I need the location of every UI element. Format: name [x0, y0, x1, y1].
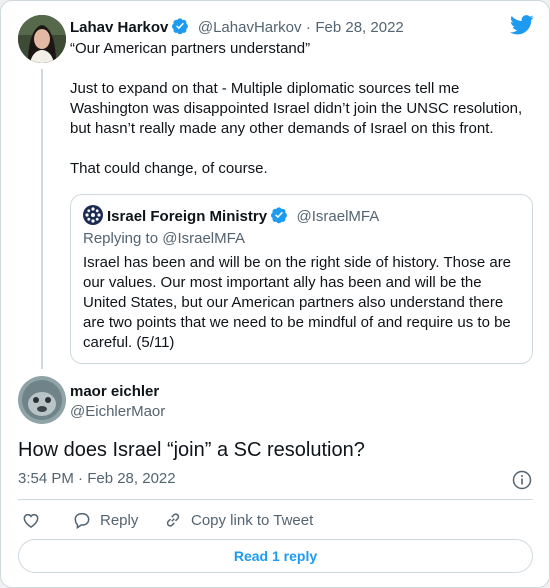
parent-tweet-text: “Our American partners understand” Just … [70, 40, 523, 177]
israel-mfa-avatar-icon [83, 205, 103, 231]
reply-label: Reply [100, 511, 139, 529]
heart-icon [23, 513, 39, 528]
author-name[interactable]: Lahav Harkov [70, 19, 168, 36]
tweet-timestamp[interactable]: 3:54 PM · Feb 28, 2022 [18, 469, 176, 489]
quoted-author-name: Israel Foreign Ministry [107, 208, 268, 225]
like-button[interactable] [21, 510, 49, 530]
reply-icon [74, 513, 90, 530]
copy-link-label: Copy link to Tweet [191, 511, 314, 529]
tweet-date[interactable]: Feb 28, 2022 [315, 19, 403, 36]
quoted-author-handle: @IsraelMFA [296, 208, 380, 225]
tweet-embed-card: Lahav Harkov @LahavHarkov · Feb 28, 2022… [0, 0, 550, 588]
author-name[interactable]: maor eichler [70, 382, 159, 402]
replying-to: Replying to @IsraelMFA [83, 230, 245, 247]
avatar-photo [18, 376, 66, 424]
verified-badge-icon [171, 17, 189, 41]
avatar[interactable] [18, 15, 66, 63]
quoted-tweet-text: Israel has been and will be on the right… [83, 254, 512, 351]
separator: · [305, 19, 311, 36]
read-replies-button[interactable]: Read 1 reply [18, 539, 533, 573]
reply-button[interactable]: Reply [72, 510, 138, 530]
verified-badge-icon [270, 206, 288, 230]
copy-link-button[interactable]: Copy link to Tweet [163, 510, 313, 530]
quoted-tweet[interactable]: Israel Foreign Ministry @IsraelMFA Reply… [70, 194, 533, 364]
main-tweet-text: How does Israel “join” a SC resolution? [18, 439, 365, 461]
thread-line [41, 69, 43, 369]
divider [18, 499, 533, 500]
parent-tweet-header: Lahav Harkov @LahavHarkov · Feb 28, 2022 [70, 17, 404, 41]
twitter-bird-icon[interactable] [510, 15, 534, 40]
avatar-photo [18, 15, 66, 63]
link-icon [166, 513, 180, 527]
avatar[interactable] [18, 376, 66, 424]
author-handle[interactable]: @LahavHarkov [198, 19, 302, 36]
author-handle[interactable]: @EichlerMaor [70, 402, 165, 422]
quoted-tweet-header: Israel Foreign Ministry @IsraelMFA [83, 205, 379, 231]
info-icon[interactable] [512, 470, 532, 495]
